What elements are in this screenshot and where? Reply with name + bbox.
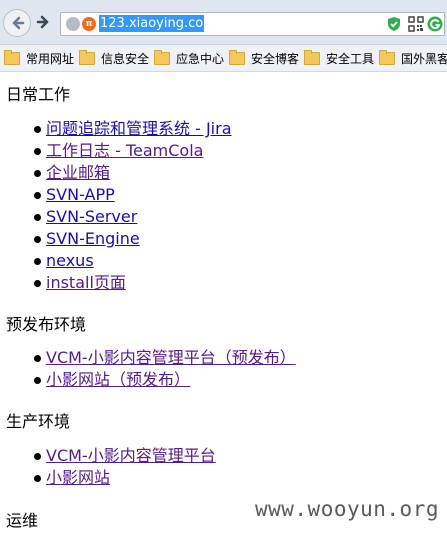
link-svn-server[interactable]: SVN-Server (46, 207, 137, 226)
list-item: 小影网站 (6, 467, 216, 489)
bullet (34, 192, 41, 199)
folder-icon (304, 49, 320, 65)
link-site-preview[interactable]: 小影网站（预发布） (46, 370, 190, 389)
address-bar[interactable]: π 123.xiaoying.co (60, 12, 445, 36)
shield-check-icon[interactable] (386, 16, 402, 32)
bookmark-folder[interactable]: 信息安全 (79, 49, 149, 67)
bullet (34, 148, 41, 155)
list-item: VCM-小影内容管理平台 (6, 445, 216, 467)
list-item: install页面 (6, 272, 232, 294)
link-teamcola[interactable]: 工作日志 - TeamCola (46, 141, 203, 160)
link-list: VCM-小影内容管理平台 小影网站 (6, 445, 216, 489)
bookmark-label: 安全博客 (251, 51, 300, 66)
forward-button[interactable] (33, 9, 55, 35)
list-item: SVN-APP (6, 184, 232, 206)
link-vcm-preview[interactable]: VCM-小影内容管理平台（预发布） (46, 348, 296, 367)
g-icon[interactable] (427, 16, 443, 32)
section-title: 预发布环境 (6, 315, 87, 334)
bullet (34, 453, 41, 460)
list-item: SVN-Engine (6, 228, 232, 250)
forward-arrow-icon (36, 15, 49, 29)
link-svn-app[interactable]: SVN-APP (46, 185, 115, 204)
bookmark-folder[interactable]: 安全博客 (229, 49, 299, 67)
bullet (34, 377, 41, 384)
link-vcm[interactable]: VCM-小影内容管理平台 (46, 446, 216, 465)
watermark: www.wooyun.org (254, 497, 439, 521)
bullet (34, 214, 41, 221)
bookmark-label: 国外黑客 (401, 51, 447, 66)
bookmark-folder[interactable]: 常用网址 (4, 49, 74, 67)
link-enterprise-mail[interactable]: 企业邮箱 (46, 163, 110, 182)
folder-icon (79, 49, 95, 65)
folder-icon (229, 49, 245, 65)
list-item: SVN-Server (6, 206, 232, 228)
bookmark-label: 信息安全 (101, 51, 150, 66)
back-button[interactable] (3, 9, 31, 37)
list-item: nexus (6, 250, 232, 272)
list-item: 企业邮箱 (6, 162, 232, 184)
link-nexus[interactable]: nexus (46, 251, 94, 270)
back-arrow-icon (12, 16, 25, 30)
browser-toolbar: π 123.xiaoying.co (0, 0, 447, 45)
section-title: 运维 (6, 511, 39, 530)
bullet (34, 126, 41, 133)
bookmarks-bar: 常用网址 信息安全 应急中心 安全博客 安全工具 国外黑客 (0, 45, 447, 72)
bookmark-label: 安全工具 (326, 51, 375, 66)
link-install-page[interactable]: install页面 (46, 273, 126, 292)
bullet (34, 355, 41, 362)
link-site[interactable]: 小影网站 (46, 468, 110, 487)
section-title: 生产环境 (6, 412, 71, 431)
link-jira[interactable]: 问题追踪和管理系统 - Jira (46, 119, 232, 138)
list-item: 问题追踪和管理系统 - Jira (6, 118, 232, 140)
link-svn-engine[interactable]: SVN-Engine (46, 229, 140, 248)
bullet (34, 280, 41, 287)
folder-icon (154, 49, 170, 65)
bullet (34, 236, 41, 243)
bullet (34, 170, 41, 177)
section-title: 日常工作 (6, 85, 71, 104)
bookmark-folder[interactable]: 安全工具 (304, 49, 374, 67)
url-text[interactable]: 123.xiaoying.co (99, 15, 205, 32)
bullet (34, 475, 41, 482)
list-item: VCM-小影内容管理平台（预发布） (6, 347, 296, 369)
folder-icon (4, 49, 20, 65)
list-item: 工作日志 - TeamCola (6, 140, 232, 162)
bookmark-folder[interactable]: 国外黑客 (379, 49, 447, 67)
bookmark-label: 应急中心 (176, 51, 225, 66)
link-list: VCM-小影内容管理平台（预发布） 小影网站（预发布） (6, 347, 296, 391)
site-badge-icon: π (82, 17, 96, 31)
bookmark-label: 常用网址 (26, 51, 75, 66)
bullet (34, 258, 41, 265)
list-item: 小影网站（预发布） (6, 369, 296, 391)
link-list: 问题追踪和管理系统 - Jira 工作日志 - TeamCola 企业邮箱 SV… (6, 118, 232, 294)
qr-code-icon[interactable] (408, 16, 424, 32)
folder-icon (379, 49, 395, 65)
bookmark-folder[interactable]: 应急中心 (154, 49, 224, 67)
globe-icon (66, 17, 80, 31)
